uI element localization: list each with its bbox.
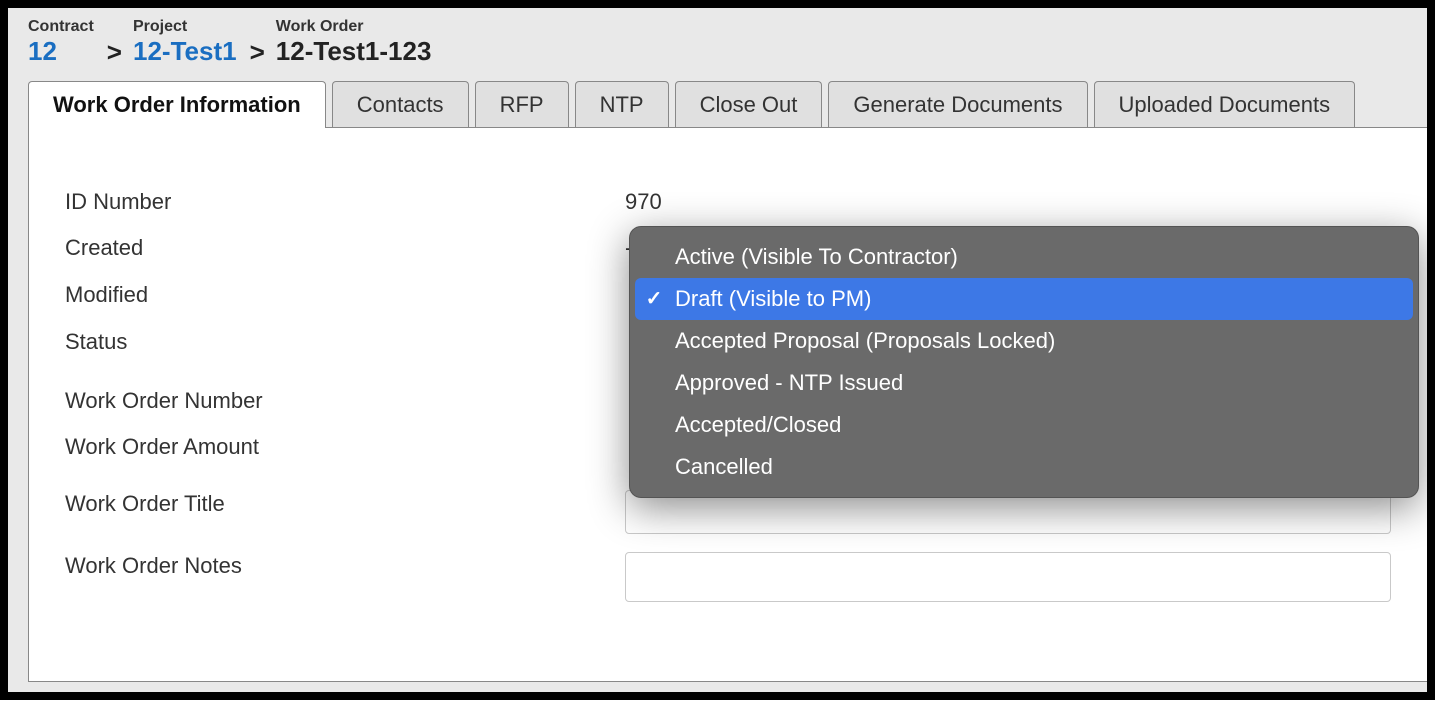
tab-uploaded-documents[interactable]: Uploaded Documents bbox=[1094, 81, 1356, 128]
label-wo-title: Work Order Title bbox=[65, 490, 625, 519]
label-wo-notes: Work Order Notes bbox=[65, 552, 625, 581]
row-wo-notes: Work Order Notes bbox=[65, 552, 1391, 610]
status-option-approved-ntp[interactable]: ✓ Approved - NTP Issued bbox=[629, 362, 1419, 404]
check-icon: ✓ bbox=[643, 286, 665, 311]
app-window: Contract 12 > Project 12-Test1 > Work Or… bbox=[0, 0, 1435, 700]
label-id-number: ID Number bbox=[65, 188, 625, 217]
breadcrumb-contract-label: Contract bbox=[28, 18, 94, 36]
tab-work-order-information[interactable]: Work Order Information bbox=[28, 81, 326, 128]
status-option-label: Accepted Proposal (Proposals Locked) bbox=[675, 328, 1055, 354]
breadcrumb-project-link[interactable]: 12-Test1 bbox=[133, 36, 237, 67]
status-option-label: Active (Visible To Contractor) bbox=[675, 244, 958, 270]
breadcrumb-separator-icon: > bbox=[101, 39, 128, 66]
breadcrumb-workorder: Work Order 12-Test1-123 bbox=[276, 18, 432, 67]
tabs-row: Work Order Information Contacts RFP NTP … bbox=[8, 81, 1427, 128]
label-wo-number: Work Order Number bbox=[65, 387, 625, 416]
breadcrumb-project-label: Project bbox=[133, 18, 237, 36]
breadcrumb-project: Project 12-Test1 bbox=[133, 18, 237, 67]
wo-notes-input[interactable] bbox=[625, 552, 1391, 602]
status-option-label: Cancelled bbox=[675, 454, 773, 480]
status-option-label: Accepted/Closed bbox=[675, 412, 841, 438]
status-option-active[interactable]: ✓ Active (Visible To Contractor) bbox=[629, 236, 1419, 278]
form-panel: ID Number 970 Created - Modified Status … bbox=[28, 127, 1428, 682]
label-created: Created bbox=[65, 234, 625, 263]
status-option-draft[interactable]: ✓ Draft (Visible to PM) bbox=[635, 278, 1413, 320]
tab-rfp[interactable]: RFP bbox=[475, 81, 569, 128]
status-option-cancelled[interactable]: ✓ Cancelled bbox=[629, 446, 1419, 488]
breadcrumb-contract-link[interactable]: 12 bbox=[28, 36, 94, 67]
breadcrumb-workorder-label: Work Order bbox=[276, 18, 432, 36]
row-id-number: ID Number 970 bbox=[65, 188, 1391, 217]
value-id-number: 970 bbox=[625, 188, 1391, 217]
status-dropdown-popup: ✓ Active (Visible To Contractor) ✓ Draft… bbox=[629, 226, 1419, 498]
breadcrumb-separator-icon: > bbox=[244, 39, 271, 66]
breadcrumb-workorder-value: 12-Test1-123 bbox=[276, 36, 432, 67]
tab-generate-documents[interactable]: Generate Documents bbox=[828, 81, 1087, 128]
status-option-label: Draft (Visible to PM) bbox=[675, 286, 871, 312]
label-wo-amount: Work Order Amount bbox=[65, 433, 625, 462]
status-option-accepted-proposal[interactable]: ✓ Accepted Proposal (Proposals Locked) bbox=[629, 320, 1419, 362]
breadcrumb-contract: Contract 12 bbox=[28, 18, 94, 67]
tab-close-out[interactable]: Close Out bbox=[675, 81, 823, 128]
label-status: Status bbox=[65, 328, 625, 357]
status-option-label: Approved - NTP Issued bbox=[675, 370, 903, 396]
status-option-accepted-closed[interactable]: ✓ Accepted/Closed bbox=[629, 404, 1419, 446]
breadcrumb: Contract 12 > Project 12-Test1 > Work Or… bbox=[8, 8, 1427, 81]
tab-ntp[interactable]: NTP bbox=[575, 81, 669, 128]
tab-contacts[interactable]: Contacts bbox=[332, 81, 469, 128]
label-modified: Modified bbox=[65, 281, 625, 310]
